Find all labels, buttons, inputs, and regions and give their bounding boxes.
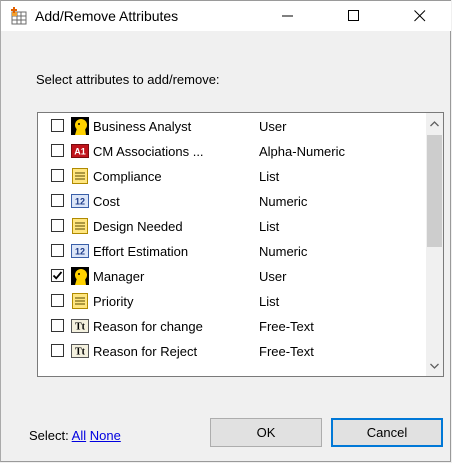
table-add-icon <box>10 7 28 25</box>
attribute-name: Reason for change <box>93 319 203 334</box>
minimize-icon <box>282 15 293 17</box>
attribute-checkbox[interactable] <box>51 169 64 182</box>
attribute-name: Manager <box>93 269 145 284</box>
scroll-down-button[interactable] <box>426 357 443 374</box>
attribute-checkbox[interactable] <box>51 319 64 332</box>
attributes-listbox[interactable]: Business Analyst User A1 CM Associations ..… <box>37 112 444 377</box>
instruction-label: Select attributes to add/remove: <box>36 72 220 87</box>
attribute-row[interactable]: Design Needed List <box>38 214 418 239</box>
attribute-name: Compliance <box>93 169 162 184</box>
maximize-icon <box>348 10 359 21</box>
cancel-button[interactable]: Cancel <box>331 418 443 447</box>
select-shortcuts: Select: All None <box>29 428 121 443</box>
attribute-type: User <box>259 119 287 134</box>
numeric-icon: 12 <box>71 242 89 260</box>
checkmark-icon <box>52 271 63 280</box>
maximize-button[interactable] <box>331 1 377 31</box>
attribute-name: Cost <box>93 194 120 209</box>
add-remove-attributes-dialog: Add/Remove Attributes Select attributes … <box>0 0 451 462</box>
attribute-name: CM Associations ... <box>93 144 204 159</box>
chevron-down-icon <box>430 363 439 369</box>
attribute-checkbox[interactable] <box>51 219 64 232</box>
attribute-checkbox[interactable] <box>51 244 64 257</box>
svg-text:Tt: Tt <box>75 347 86 358</box>
window-title: Add/Remove Attributes <box>35 8 179 24</box>
select-all-link[interactable]: All <box>72 428 86 443</box>
attribute-checkbox[interactable] <box>51 294 64 307</box>
attribute-checkbox[interactable] <box>51 194 64 207</box>
select-label: Select: <box>29 428 69 443</box>
attribute-type: List <box>259 219 280 234</box>
attribute-name: Effort Estimation <box>93 244 189 259</box>
list-icon <box>71 217 89 235</box>
attribute-type: Alpha-Numeric <box>259 144 345 159</box>
attribute-row[interactable]: Manager User <box>38 264 418 289</box>
free-text-icon: Tt <box>71 342 89 360</box>
numeric-icon: 12 <box>71 192 89 210</box>
attribute-checkbox[interactable] <box>51 119 64 132</box>
attribute-row[interactable]: Tt Reason for Reject Free-Text <box>38 339 418 364</box>
attribute-row[interactable]: Compliance List <box>38 164 418 189</box>
ok-button[interactable]: OK <box>210 418 322 447</box>
user-icon <box>71 267 89 285</box>
attribute-row[interactable]: 12 Cost Numeric <box>38 189 418 214</box>
free-text-icon: Tt <box>71 317 89 335</box>
list-icon <box>71 167 89 185</box>
attribute-row[interactable]: Priority List <box>38 289 418 314</box>
close-icon <box>414 10 426 22</box>
cancel-button-label: Cancel <box>366 425 408 440</box>
attribute-checkbox[interactable] <box>51 344 64 357</box>
attribute-type: List <box>259 294 280 309</box>
chevron-up-icon <box>430 120 439 126</box>
svg-text:Tt: Tt <box>75 322 86 333</box>
vertical-scrollbar[interactable] <box>426 113 443 376</box>
attribute-row[interactable]: 12 Effort Estimation Numeric <box>38 239 418 264</box>
attribute-name: Design Needed <box>93 219 183 234</box>
attribute-name: Reason for Reject <box>93 344 198 359</box>
alpha-numeric-icon: A1 <box>71 142 89 160</box>
attribute-row[interactable]: Business Analyst User <box>38 114 418 139</box>
attribute-type: List <box>259 169 280 184</box>
attribute-name: Business Analyst <box>93 119 192 134</box>
svg-text:A1: A1 <box>74 147 86 157</box>
svg-text:12: 12 <box>75 247 85 257</box>
attribute-type: User <box>259 269 287 284</box>
attribute-type: Free-Text <box>259 319 314 334</box>
attribute-row[interactable]: A1 CM Associations ... Alpha-Numeric <box>38 139 418 164</box>
select-none-link[interactable]: None <box>90 428 121 443</box>
user-icon <box>71 117 89 135</box>
svg-text:12: 12 <box>75 197 85 207</box>
attribute-type: Numeric <box>259 194 308 209</box>
attribute-type: Free-Text <box>259 344 314 359</box>
attribute-type: Numeric <box>259 244 308 259</box>
minimize-button[interactable] <box>265 1 311 31</box>
scroll-up-button[interactable] <box>426 115 443 132</box>
attribute-checkbox[interactable] <box>51 144 64 157</box>
list-icon <box>71 292 89 310</box>
attribute-name: Priority <box>93 294 134 309</box>
attribute-checkbox[interactable] <box>51 269 64 282</box>
scrollbar-thumb[interactable] <box>427 135 442 247</box>
title-bar[interactable]: Add/Remove Attributes <box>1 1 451 31</box>
attribute-row[interactable]: Tt Reason for change Free-Text <box>38 314 418 339</box>
close-button[interactable] <box>397 1 443 31</box>
ok-button-label: OK <box>256 425 276 440</box>
